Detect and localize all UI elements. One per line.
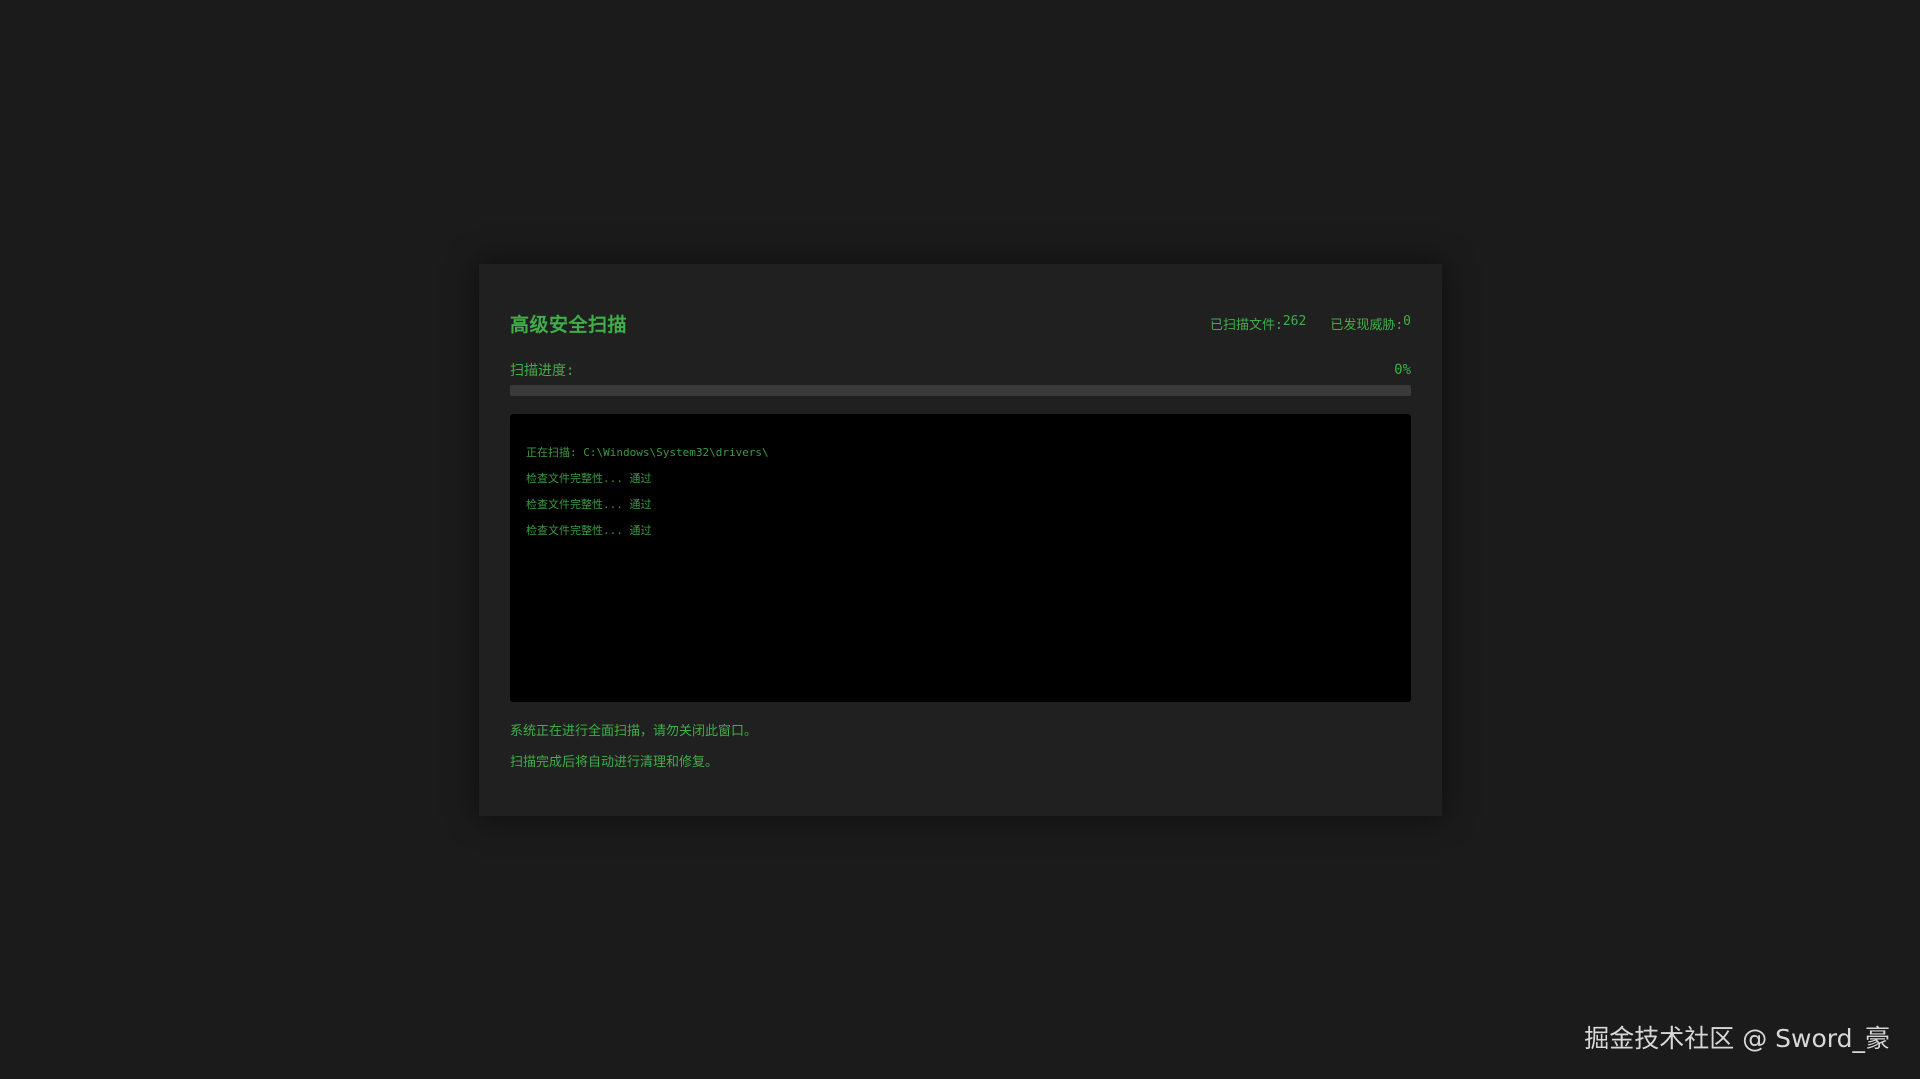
files-scanned-stat: 已扫描文件: 262 — [1210, 314, 1306, 333]
panel-header: 高级安全扫描 已扫描文件: 262 已发现威胁: 0 — [510, 306, 1411, 340]
threats-found-stat: 已发现威胁: 0 — [1330, 314, 1411, 333]
scan-title: 高级安全扫描 — [510, 313, 628, 336]
log-line: 检查文件完整性... 通过 — [526, 472, 652, 485]
security-scan-panel: 高级安全扫描 已扫描文件: 262 已发现威胁: 0 扫描进度: 0% 正在扫描… — [479, 264, 1442, 816]
scan-log-console: 正在扫描: C:\Windows\System32\drivers\ 检查文件完… — [510, 414, 1411, 702]
notice-line-warning: 系统正在进行全面扫描，请勿关闭此窗口。 — [510, 724, 758, 739]
threats-found-label: 已发现威胁: — [1330, 317, 1404, 333]
log-line: 检查文件完整性... 通过 — [526, 524, 652, 537]
files-scanned-label: 已扫描文件: — [1210, 317, 1283, 333]
files-scanned-count: 262 — [1282, 313, 1307, 329]
page: 高级安全扫描 已扫描文件: 262 已发现威胁: 0 扫描进度: 0% 正在扫描… — [0, 0, 1920, 1079]
log-line: 检查文件完整性... 通过 — [526, 498, 652, 511]
progress-label: 扫描进度: — [510, 363, 575, 379]
watermark: 掘金技术社区 @ Sword_豪 — [1584, 1024, 1890, 1053]
log-line: 正在扫描: C:\Windows\System32\drivers\ — [526, 446, 769, 459]
scan-stats: 已扫描文件: 262 已发现威胁: 0 — [1210, 314, 1411, 333]
scan-notice: 系统正在进行全面扫描，请勿关闭此窗口。 扫描完成后将自动进行清理和修复。 — [510, 716, 1411, 778]
progress-percent: 0% — [1394, 362, 1411, 378]
threats-found-count: 0 — [1403, 313, 1411, 329]
notice-line-info: 扫描完成后将自动进行清理和修复。 — [510, 755, 719, 770]
progress-bar — [510, 385, 1411, 396]
progress-header: 扫描进度: 0% — [510, 360, 1411, 380]
